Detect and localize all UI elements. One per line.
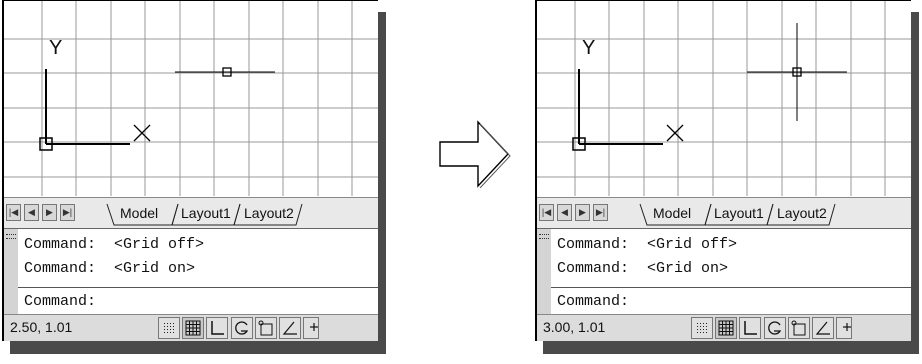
command-input[interactable]: Command: (24, 293, 96, 310)
command-history-line: Command: <Grid off> (24, 236, 205, 253)
command-input[interactable]: Command: (557, 293, 629, 310)
command-window-grip[interactable] (4, 229, 18, 315)
snap-icon[interactable] (158, 317, 180, 339)
ortho-icon[interactable] (739, 317, 761, 339)
grid-svg (537, 1, 911, 196)
ucs-icon (39, 69, 130, 151)
ucs-x-label (666, 124, 684, 142)
autocad-window-before: Y |◀ ◀ ▶ ▶| Model Layout1 Layout2 Comman… (2, 0, 386, 354)
autocad-window-after: Y |◀ ◀ ▶ ▶| Model Layout1 Layout2 Comman… (535, 0, 919, 354)
command-history-line: Command: <Grid on> (557, 260, 729, 277)
tab-model[interactable]: Model (653, 202, 691, 224)
tab-model[interactable]: Model (120, 202, 158, 224)
crosshair-cursor (175, 67, 275, 77)
grid-svg (4, 1, 378, 196)
snap-icon[interactable] (691, 317, 713, 339)
command-window[interactable]: Command: <Grid off> Command: <Grid on> C… (4, 228, 378, 315)
otrack-icon[interactable] (279, 317, 301, 339)
grid-icon[interactable] (182, 317, 204, 339)
command-history-line: Command: <Grid on> (24, 260, 196, 277)
tab-layout1[interactable]: Layout1 (714, 202, 764, 224)
command-separator (18, 287, 378, 288)
command-history-line: Command: <Grid off> (557, 236, 738, 253)
drawing-area[interactable]: Y (4, 1, 378, 196)
autocad-window: Y |◀ ◀ ▶ ▶| Model Layout1 Layout2 Comman… (2, 0, 378, 341)
ucs-icon (572, 69, 663, 151)
polar-icon[interactable] (764, 317, 786, 339)
autocad-window: Y |◀ ◀ ▶ ▶| Model Layout1 Layout2 Comman… (535, 0, 911, 341)
polar-icon[interactable] (231, 317, 253, 339)
coordinate-readout: 2.50, 1.01 (10, 319, 73, 335)
ucs-y-label: Y (582, 37, 596, 59)
layout-tab-bar: |◀ ◀ ▶ ▶| Model Layout1 Layout2 (4, 197, 378, 228)
command-window-grip[interactable] (537, 229, 551, 315)
ucs-y-label: Y (49, 37, 63, 59)
status-bar: 2.50, 1.01 (4, 314, 378, 341)
tab-layout2[interactable]: Layout2 (777, 202, 827, 224)
command-separator (551, 287, 911, 288)
osnap-icon[interactable] (255, 317, 277, 339)
lwt-icon[interactable] (836, 317, 852, 339)
tab-layout1[interactable]: Layout1 (181, 202, 231, 224)
grid-icon[interactable] (715, 317, 737, 339)
osnap-icon[interactable] (788, 317, 810, 339)
layout-tab-bar: |◀ ◀ ▶ ▶| Model Layout1 Layout2 (537, 197, 911, 228)
drawing-area[interactable]: Y (537, 1, 911, 196)
command-window[interactable]: Command: <Grid off> Command: <Grid on> C… (537, 228, 911, 315)
otrack-icon[interactable] (812, 317, 834, 339)
right-arrow-icon (439, 120, 511, 188)
status-bar: 3.00, 1.01 (537, 314, 911, 341)
lwt-icon[interactable] (303, 317, 319, 339)
ucs-x-label (133, 124, 151, 142)
ortho-icon[interactable] (206, 317, 228, 339)
tab-layout2[interactable]: Layout2 (244, 202, 294, 224)
coordinate-readout: 3.00, 1.01 (543, 319, 606, 335)
crosshair-cursor (747, 23, 847, 121)
